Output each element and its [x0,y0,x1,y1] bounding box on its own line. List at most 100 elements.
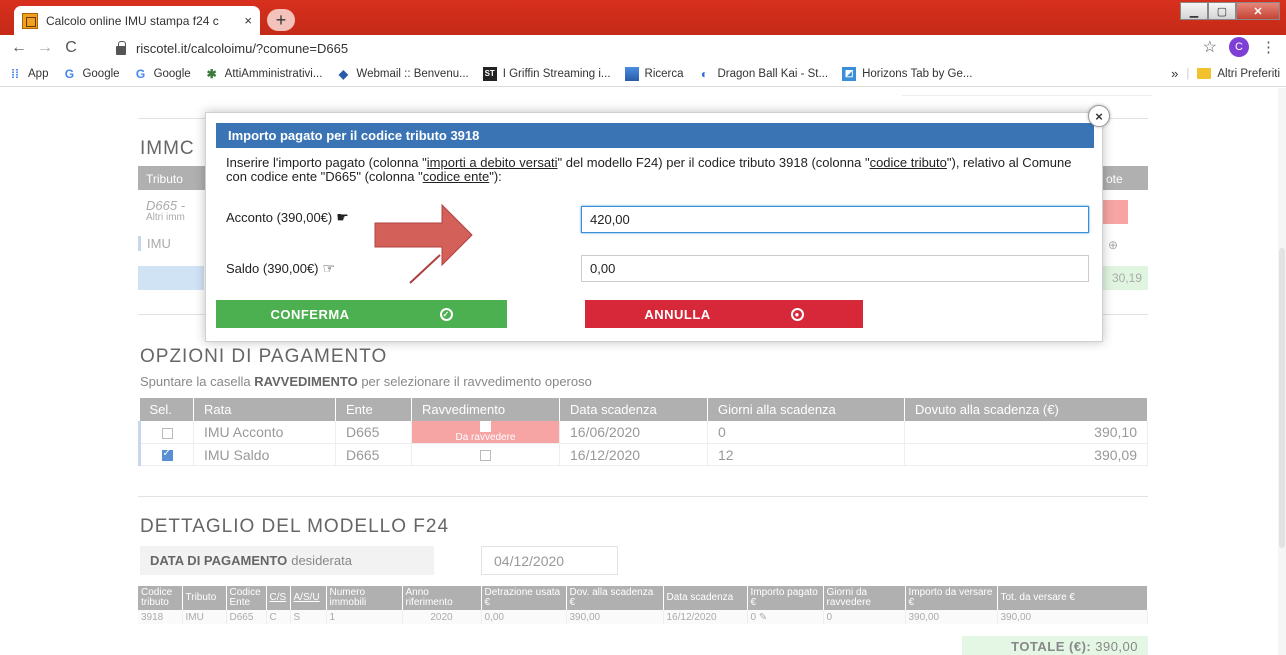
col-header: Detrazione usata € [481,586,567,610]
bookmark-label: Dragon Ball Kai - St... [717,67,829,80]
minimize-icon[interactable]: ▁ [1180,2,1208,20]
browser-titlebar: Calcolo online IMU stampa f24 c × + ▁ ▢ … [0,0,1286,35]
save-button-fragment[interactable] [138,266,204,290]
table-cell: 390,00 [566,610,664,624]
bookmark-item[interactable]: ◩ Horizons Tab by Ge... [842,66,972,81]
apps-grid-icon: ⁞⁞ [11,66,19,81]
bookmark-star-icon[interactable]: ☆ [1203,37,1217,57]
scrollbar-thumb[interactable] [1279,248,1285,548]
modal-close-icon[interactable]: × [1088,105,1110,127]
browser-menu-icon[interactable]: ⋮ [1261,38,1276,56]
importi-link[interactable]: importi a debito versati [427,155,558,170]
bookmark-label: Google [153,67,191,80]
col-header: Sel. [139,398,194,421]
bookmark-item[interactable]: G Google [134,67,191,81]
page-scrollbar[interactable] [1278,88,1286,655]
site-favicon-icon [22,12,38,29]
bookmark-label: Ricerca [644,67,684,80]
edit-icon[interactable]: ✎ [759,612,767,623]
table-cell: 1 [326,610,403,624]
date-label-bold: DATA DI PAGAMENTO [150,553,288,568]
f24-table: Codice tributo Tributo Codice Ente C/S A… [138,586,1148,624]
bookmark-item[interactable]: ⁞⁞ App [8,67,48,81]
table-cell: IMU [182,610,227,624]
profile-avatar[interactable]: C [1229,37,1249,57]
window-controls: ▁ ▢ ✕ [1180,2,1280,20]
rata-cell: IMU Acconto [193,421,336,445]
modal-title: Importo pagato per il codice tributo 391… [216,123,1094,148]
payment-options-table: Sel. Rata Ente Ravvedimento Data scadenz… [138,398,1148,467]
header-fragment [902,88,1152,96]
col-header: Importo pagato € [747,586,824,610]
acconto-label: Acconto (390,00€) ☛ [226,209,349,226]
ravvedimento-checkbox[interactable] [480,450,491,462]
ricerca-icon [624,66,639,81]
bookmark-label: AttiAmministrativi... [224,67,323,80]
header-fragment-right: ote [1106,172,1123,186]
window-close-icon[interactable]: ✕ [1236,2,1280,20]
bookmark-item[interactable]: ✱ AttiAmministrativi... [205,67,323,81]
atti-icon: ✱ [206,66,217,81]
col-header: Dovuto alla scadenza (€) [904,398,1148,421]
select-checkbox[interactable] [161,448,173,462]
col-header: Tot. da versare € [997,586,1148,610]
confirm-button[interactable]: CONFERMA ✓ [216,300,507,328]
select-cell [138,443,194,467]
ravvedimento-cell [411,443,560,467]
totale-value: 390,00 [1095,639,1138,654]
zoom-icon[interactable]: ⊕ [1108,238,1118,252]
select-cell [138,421,194,445]
address-bar[interactable]: riscotel.it/calcoloimu/?comune=D665 [116,38,1226,58]
col-header: Codice tributo [138,586,183,610]
cancel-button[interactable]: ANNULLA ● [585,300,863,328]
data-cell: 16/06/2020 [559,421,708,445]
bookmark-item[interactable]: Ricerca [624,66,684,81]
pointing-hand-icon: ☛ [336,209,349,225]
importo-value: 0 [750,611,757,623]
new-tab-button[interactable]: + [267,9,295,31]
table-row: IMU Saldo D665 16/12/2020 12 390,09 [138,443,1148,467]
red-arrow-annotation [374,203,473,284]
folder-icon [1197,68,1212,79]
bookmark-item[interactable]: ◐ Dragon Ball Kai - St... [698,67,829,81]
acconto-input[interactable] [581,206,1089,233]
tab-title: Calcolo online IMU stampa f24 c [46,13,219,28]
more-bookmarks-button[interactable]: » [1171,66,1178,81]
payment-date-input[interactable]: 04/12/2020 [481,546,618,575]
desc-text: " del modello F24) per il codice tributo… [557,155,870,170]
codice-tributo-link[interactable]: codice tributo [870,155,947,170]
col-header: Importo da versare € [905,586,998,610]
importo-cell: 0 ✎ [747,610,824,624]
divider [138,496,1148,497]
bookmark-label: Altri Preferiti [1217,67,1280,80]
maximize-icon[interactable]: ▢ [1208,2,1236,20]
altri-fragment: Altri imm [146,212,185,223]
google-g-icon: G [135,66,146,81]
st-icon: ST [482,66,497,81]
tab-close-icon[interactable]: × [244,13,252,28]
table-row: IMU Acconto D665 Da ravvedere 16/06/2020… [138,421,1148,445]
toolbar-right: ☆ C ⋮ [1203,37,1276,57]
google-g-icon: G [64,66,75,81]
bookmark-item[interactable]: ST I Griffin Streaming i... [482,66,611,81]
ravvedimento-label: Da ravvedere [455,432,516,444]
forward-arrow-icon[interactable]: → [32,39,58,57]
bookmark-item[interactable]: G Google [62,66,120,81]
hint-text: Spuntare la casella [140,374,255,389]
reload-icon[interactable]: C [58,39,84,57]
browser-tab[interactable]: Calcolo online IMU stampa f24 c × [14,6,260,35]
back-arrow-icon[interactable]: ← [6,39,32,57]
desc-text: Inserire l'importo pagato (colonna " [226,155,427,170]
opzioni-hint: Spuntare la casella RAVVEDIMENTO per sel… [140,374,592,389]
bookmark-label: Google [82,67,120,80]
saldo-input[interactable] [581,255,1089,282]
codice-ente-link[interactable]: codice ente [423,169,490,184]
modal-description: Inserire l'importo pagato (colonna "impo… [226,156,1086,184]
totale-label: TOTALE (€): [1011,639,1092,654]
select-checkbox[interactable] [161,427,173,439]
bookmark-item[interactable]: ◆ Webmail :: Benvenu... [336,67,469,81]
ravvedimento-checkbox[interactable] [480,421,491,432]
dettaglio-title: DETTAGLIO DEL MODELLO F24 [140,516,450,537]
other-favorites-folder[interactable]: Altri Preferiti [1197,68,1280,80]
col-header: Data scadenza [559,398,708,421]
